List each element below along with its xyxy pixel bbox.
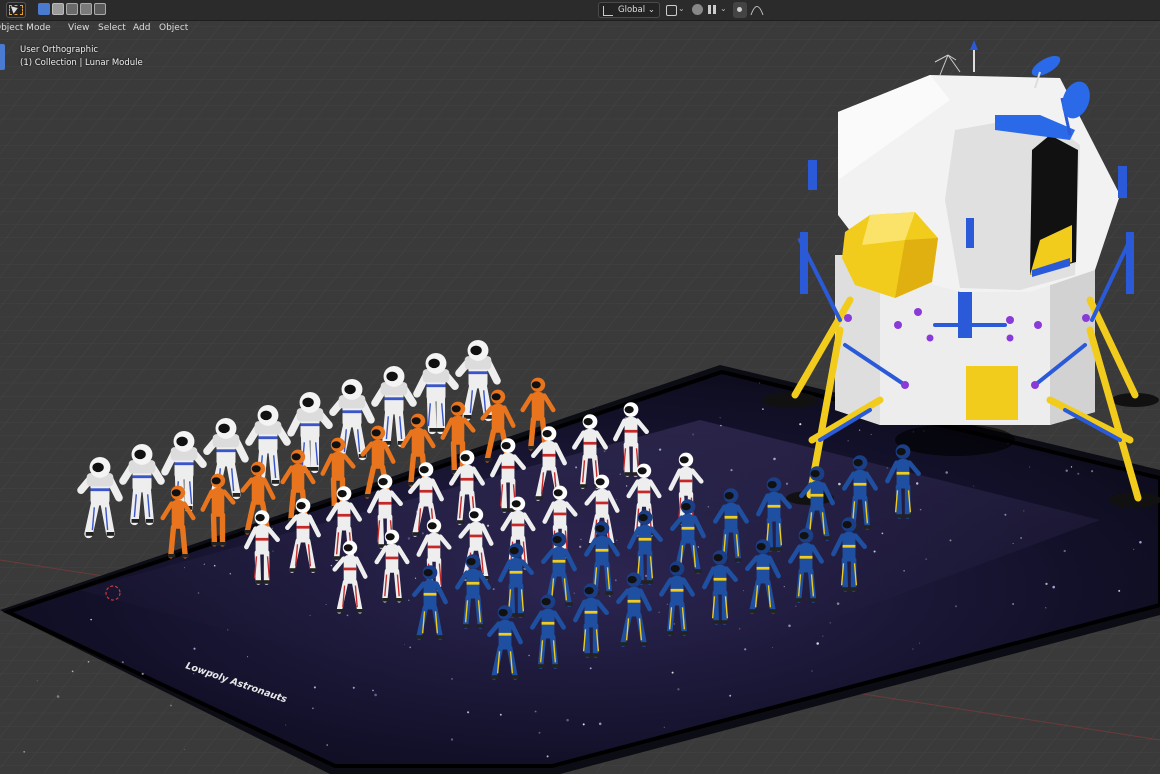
proportional-edit-toggle[interactable]: [733, 2, 747, 18]
select-box-icon[interactable]: [6, 2, 26, 18]
falloff-dropdown[interactable]: [749, 2, 769, 18]
viewport-header: Global ⌄ ⌄ ⌄: [0, 0, 1160, 21]
proportional-icon: [737, 7, 742, 12]
snap-dropdown[interactable]: ⌄: [706, 2, 730, 18]
collection-label: (1) Collection | Lunar Module: [20, 58, 143, 68]
mode-new-icon[interactable]: [38, 3, 50, 15]
menu-object[interactable]: Object: [159, 23, 188, 33]
3d-viewport[interactable]: Lowpoly Astronauts: [0, 0, 1160, 774]
chevron-down-icon: ⌄: [647, 5, 655, 15]
mode-subtract-icon[interactable]: [66, 3, 78, 15]
grid-snap-icon: [708, 5, 717, 14]
viewport-info-overlay: User Orthographic (1) Collection | Lunar…: [20, 44, 143, 70]
toolbar-tab[interactable]: [0, 44, 5, 70]
mode-intersect-icon[interactable]: [94, 3, 106, 15]
menu-select[interactable]: Select: [98, 23, 126, 33]
falloff-icon: [750, 6, 764, 16]
object-mode-dropdown[interactable]: Object Mode: [0, 23, 51, 33]
pivot-icon: [666, 5, 677, 16]
orientation-label: Global: [618, 5, 646, 15]
gold-panel: [966, 366, 1018, 420]
blender-window: Lowpoly Astronauts Global ⌄ ⌄ ⌄ bject Mo…: [0, 0, 1160, 774]
menu-add[interactable]: Add: [133, 23, 150, 33]
transform-orientation-dropdown[interactable]: Global ⌄: [598, 2, 660, 18]
menu-view[interactable]: View: [68, 23, 89, 33]
snap-icon: [692, 4, 703, 15]
pivot-point-dropdown[interactable]: ⌄: [664, 2, 688, 18]
snap-toggle[interactable]: [690, 2, 706, 18]
chevron-down-icon: ⌄: [720, 4, 727, 13]
chevron-down-icon: ⌄: [678, 4, 685, 13]
view-label: User Orthographic: [20, 45, 99, 55]
orientation-icon: [603, 6, 613, 16]
mode-invert-icon[interactable]: [80, 3, 92, 15]
mode-extend-icon[interactable]: [52, 3, 64, 15]
